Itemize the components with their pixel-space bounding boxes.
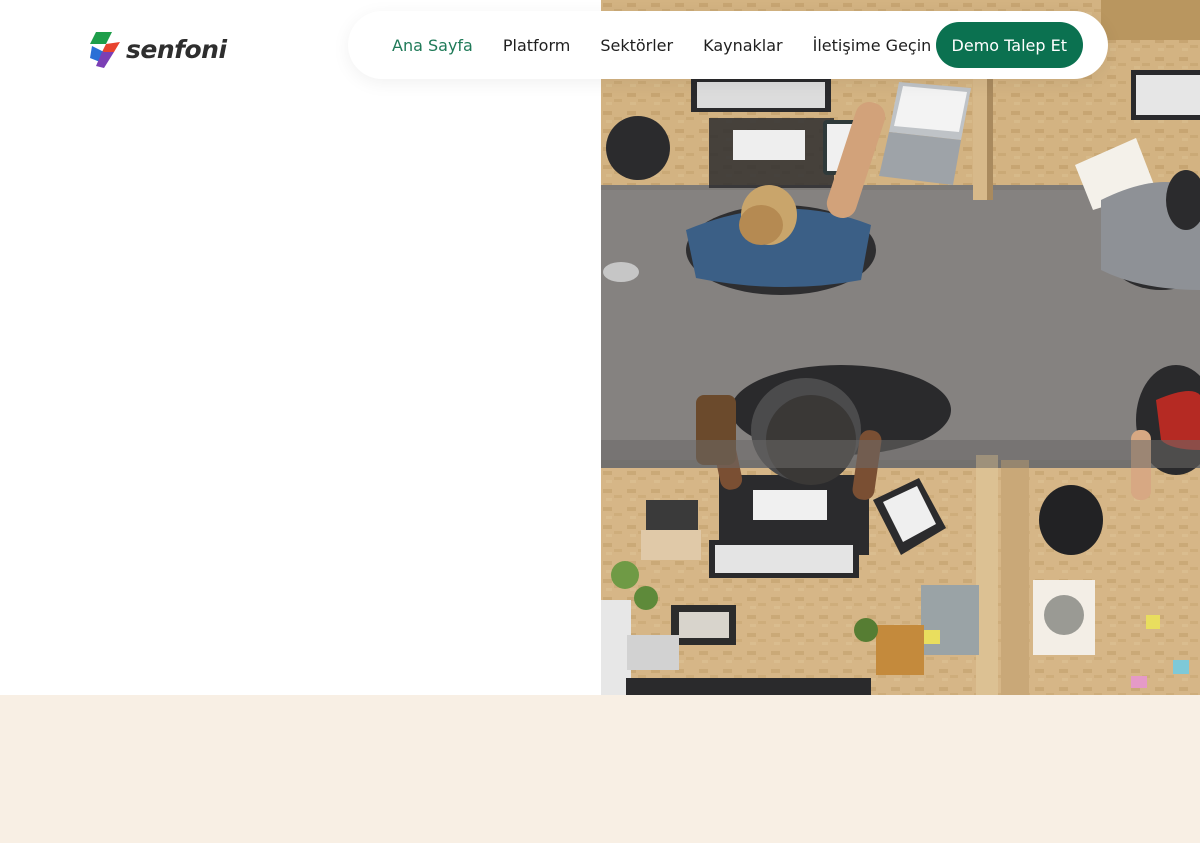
hero-office-photo <box>601 0 1200 695</box>
brand-name: senfoni <box>126 34 227 64</box>
nav-item-contact[interactable]: İletişime Geçin <box>813 36 932 55</box>
nav-item-home[interactable]: Ana Sayfa <box>392 36 473 55</box>
nav-menu: Ana Sayfa Platform Sektörler Kaynaklar İ… <box>392 36 961 55</box>
nav-item-platform[interactable]: Platform <box>503 36 570 55</box>
nav-item-sectors[interactable]: Sektörler <box>600 36 673 55</box>
senfoni-logo-icon <box>90 32 120 68</box>
bottom-section-background <box>0 695 1200 843</box>
senfoni-logo[interactable]: senfoni <box>90 30 227 68</box>
demo-request-button[interactable]: Demo Talep Et <box>935 22 1083 68</box>
hero-text-area <box>0 0 601 695</box>
hero-section <box>0 0 1200 695</box>
main-navigation: Ana Sayfa Platform Sektörler Kaynaklar İ… <box>348 11 1108 79</box>
nav-item-resources[interactable]: Kaynaklar <box>703 36 783 55</box>
